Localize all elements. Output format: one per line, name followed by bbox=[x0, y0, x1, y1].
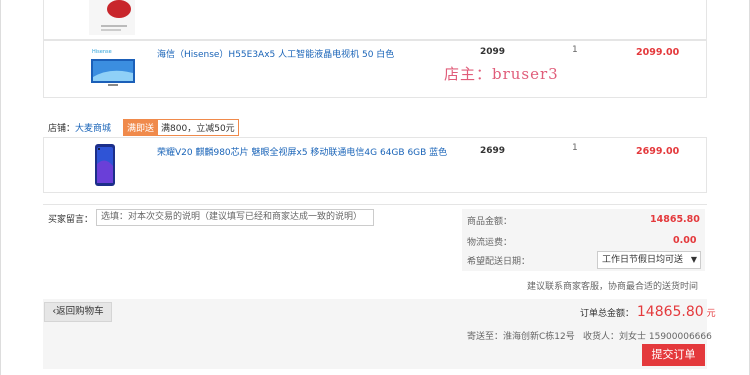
order-total-label: 订单总金额： bbox=[580, 309, 635, 319]
promo-text: 满800，立减50元 bbox=[158, 118, 239, 136]
buyer-note-label: 买家留言： bbox=[48, 215, 94, 225]
hair-dryer-thumbnail[interactable] bbox=[89, 0, 135, 35]
tv-image: Hisense bbox=[90, 47, 136, 89]
delivery-date-value: 工作日节假日均可送 bbox=[602, 255, 684, 265]
ship-to-value: 淮海创新C栋12号 bbox=[503, 332, 575, 342]
cart-item-row-partial bbox=[43, 0, 707, 40]
goods-amount-label: 商品金额： bbox=[467, 217, 513, 227]
product-thumbnail[interactable] bbox=[94, 144, 116, 186]
order-total-unit: 元 bbox=[706, 309, 716, 319]
receiver-value: 刘女士 15900006666 bbox=[619, 332, 712, 342]
svg-text:Hisense: Hisense bbox=[92, 49, 112, 55]
product-subtotal: 2699.00 bbox=[636, 146, 680, 157]
receiver-label: 收货人： bbox=[583, 332, 620, 342]
order-total-value: 14865.80 bbox=[636, 304, 704, 320]
buyer-note-input[interactable]: 选填：对本次交易的说明（建议填写已经和商家达成一致的说明） bbox=[96, 209, 374, 226]
shop-name-link[interactable]: 大麦商城 bbox=[75, 121, 111, 134]
delivery-date-select[interactable]: 工作日节假日均可送 ▼ bbox=[597, 251, 701, 269]
section-divider bbox=[43, 204, 707, 205]
back-to-cart-label: 返回购物车 bbox=[56, 306, 104, 317]
product-quantity: 1 bbox=[572, 45, 578, 55]
shop-info: 店铺： 大麦商城 满即送 满800，立减50元 bbox=[48, 118, 239, 136]
order-total: 订单总金额： 14865.80 元 bbox=[580, 304, 716, 320]
delivery-hint: 建议联系商家客服，协商最合适的送货时间 bbox=[527, 282, 699, 292]
product-subtotal: 2099.00 bbox=[636, 47, 680, 58]
product-price: 2099 bbox=[480, 47, 506, 57]
product-quantity: 1 bbox=[572, 143, 578, 153]
product-thumbnail[interactable]: Hisense bbox=[90, 47, 136, 89]
cart-item-row: Hisense 海信（Hisense）H55E3Ax5 人工智能液晶电视机 50… bbox=[43, 40, 707, 98]
hair-dryer-image bbox=[89, 0, 135, 35]
back-to-cart-button[interactable]: ‹返回购物车 bbox=[44, 302, 112, 322]
chevron-down-icon: ▼ bbox=[690, 255, 697, 264]
shipping-fee-value: 0.00 bbox=[673, 235, 697, 246]
product-name-link[interactable]: 海信（Hisense）H55E3Ax5 人工智能液晶电视机 50 白色 bbox=[157, 47, 394, 60]
receiver-info: 收货人：刘女士 15900006666 bbox=[583, 329, 712, 342]
cart-item-row: 荣耀V20 麒麟980芯片 魅眼全视屏x5 移动联通电信4G 64GB 6GB … bbox=[43, 137, 707, 193]
watermark-text: 店主：bruser3 bbox=[444, 65, 559, 83]
delivery-date-label: 希望配送日期： bbox=[467, 257, 531, 267]
goods-amount-value: 14865.80 bbox=[650, 214, 700, 225]
product-price: 2699 bbox=[480, 146, 506, 156]
shop-label: 店铺： bbox=[48, 123, 76, 134]
page-border-left bbox=[0, 0, 1, 375]
product-name-link[interactable]: 荣耀V20 麒麟980芯片 魅眼全视屏x5 移动联通电信4G 64GB 6GB … bbox=[157, 145, 447, 158]
promo-tag: 满即送 bbox=[123, 118, 159, 136]
ship-to-label: 寄送至： bbox=[467, 332, 504, 342]
shipping-fee-label: 物流运费： bbox=[467, 238, 513, 248]
phone-image bbox=[95, 144, 115, 186]
shipping-address: 寄送至：淮海创新C栋12号 bbox=[467, 329, 575, 342]
submit-order-button[interactable]: 提交订单 bbox=[642, 344, 705, 366]
